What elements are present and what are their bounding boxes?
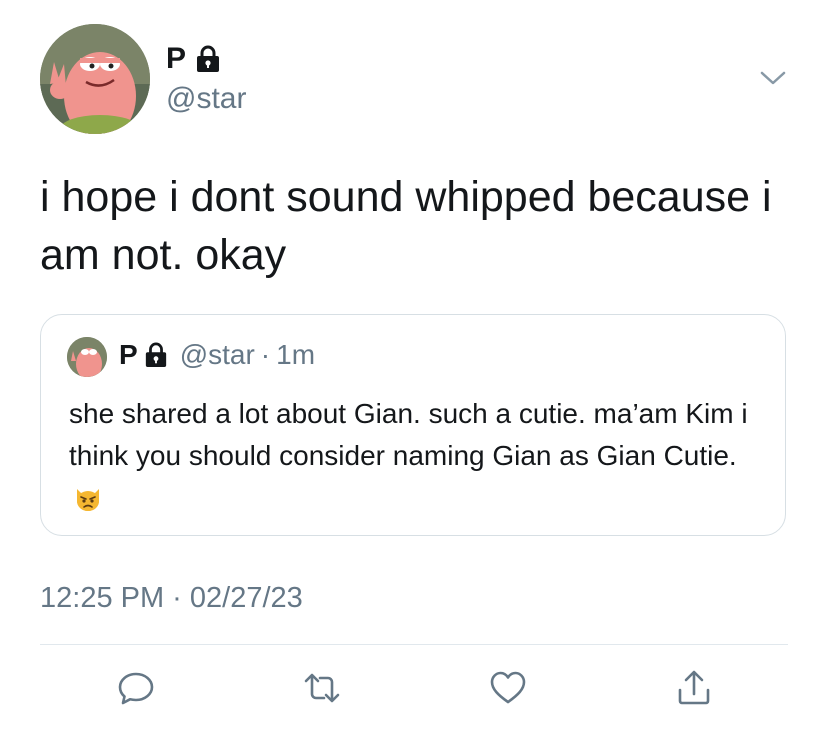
quoted-avatar [67, 337, 107, 377]
quoted-tweet[interactable]: P @star · 1m she shared a lot about Gian… [40, 314, 786, 536]
quoted-header: P @star · 1m [119, 339, 315, 371]
profile-name-row: P [166, 42, 221, 76]
tweet-text: i hope i dont sound whipped because i am… [40, 173, 772, 279]
profile-avatar[interactable] [40, 24, 150, 134]
quoted-text: she shared a lot about Gian. such a cuti… [69, 398, 748, 471]
profile-name[interactable]: P [166, 42, 187, 76]
reply-icon[interactable] [116, 668, 156, 708]
quoted-handle: @star [179, 339, 255, 370]
lock-icon [195, 45, 221, 73]
heart-icon[interactable] [488, 668, 528, 708]
quoted-text-container: she shared a lot about Gian. such a cuti… [69, 393, 769, 519]
profile-handle[interactable]: @star [166, 82, 246, 116]
quoted-name: P [119, 339, 138, 370]
tweet-timestamp[interactable]: 12:25 PM · 02/27/23 [40, 582, 303, 615]
share-icon[interactable] [674, 668, 714, 708]
lock-icon [144, 342, 168, 368]
chevron-down-icon[interactable] [758, 66, 788, 90]
retweet-icon[interactable] [302, 668, 342, 708]
action-bar [0, 664, 828, 714]
quoted-time: 1m [276, 339, 316, 370]
avatar-image [40, 24, 150, 134]
divider [40, 644, 788, 645]
pouting-cat-emoji [73, 483, 103, 513]
quoted-separator: · [260, 339, 271, 370]
